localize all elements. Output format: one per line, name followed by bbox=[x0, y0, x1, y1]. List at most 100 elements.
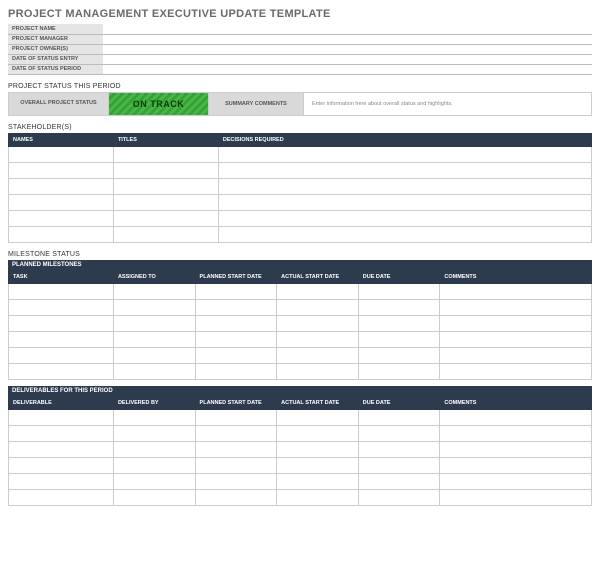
cell-names[interactable] bbox=[9, 162, 114, 178]
cell-delivered_by[interactable] bbox=[113, 489, 195, 505]
cell-due[interactable] bbox=[358, 299, 440, 315]
cell-comments[interactable] bbox=[440, 363, 592, 379]
cell-delivered_by[interactable] bbox=[113, 425, 195, 441]
cell-decisions[interactable] bbox=[218, 210, 591, 226]
cell-actual_start[interactable] bbox=[277, 283, 359, 299]
cell-delivered_by[interactable] bbox=[113, 457, 195, 473]
cell-due[interactable] bbox=[358, 315, 440, 331]
cell-actual_start[interactable] bbox=[277, 315, 359, 331]
cell-comments[interactable] bbox=[440, 457, 592, 473]
cell-decisions[interactable] bbox=[218, 194, 591, 210]
cell-names[interactable] bbox=[9, 210, 114, 226]
cell-actual_start[interactable] bbox=[277, 473, 359, 489]
value-date-status-entry[interactable] bbox=[103, 54, 592, 64]
value-date-status-period[interactable] bbox=[103, 64, 592, 74]
cell-names[interactable] bbox=[9, 194, 114, 210]
cell-actual_start[interactable] bbox=[277, 457, 359, 473]
cell-decisions[interactable] bbox=[218, 162, 591, 178]
cell-task[interactable] bbox=[9, 331, 114, 347]
cell-comments[interactable] bbox=[440, 299, 592, 315]
cell-deliverable[interactable] bbox=[9, 473, 114, 489]
cell-deliverable[interactable] bbox=[9, 409, 114, 425]
cell-deliverable[interactable] bbox=[9, 489, 114, 505]
cell-comments[interactable] bbox=[440, 315, 592, 331]
cell-comments[interactable] bbox=[440, 489, 592, 505]
cell-planned_start[interactable] bbox=[195, 457, 277, 473]
cell-titles[interactable] bbox=[113, 146, 218, 162]
cell-actual_start[interactable] bbox=[277, 363, 359, 379]
cell-due[interactable] bbox=[358, 473, 440, 489]
cell-task[interactable] bbox=[9, 283, 114, 299]
cell-actual_start[interactable] bbox=[277, 409, 359, 425]
cell-titles[interactable] bbox=[113, 162, 218, 178]
cell-titles[interactable] bbox=[113, 226, 218, 242]
cell-planned_start[interactable] bbox=[195, 441, 277, 457]
cell-titles[interactable] bbox=[113, 178, 218, 194]
cell-task[interactable] bbox=[9, 363, 114, 379]
planned-milestones-table: TASK ASSIGNED TO PLANNED START DATE ACTU… bbox=[8, 270, 592, 380]
value-project-name[interactable] bbox=[103, 24, 592, 34]
cell-task[interactable] bbox=[9, 299, 114, 315]
cell-comments[interactable] bbox=[440, 473, 592, 489]
cell-task[interactable] bbox=[9, 347, 114, 363]
cell-due[interactable] bbox=[358, 425, 440, 441]
cell-delivered_by[interactable] bbox=[113, 409, 195, 425]
summary-comments-input[interactable]: Enter information here about overall sta… bbox=[304, 93, 591, 115]
cell-task[interactable] bbox=[9, 315, 114, 331]
cell-due[interactable] bbox=[358, 409, 440, 425]
cell-comments[interactable] bbox=[440, 441, 592, 457]
cell-actual_start[interactable] bbox=[277, 347, 359, 363]
cell-planned_start[interactable] bbox=[195, 473, 277, 489]
cell-decisions[interactable] bbox=[218, 146, 591, 162]
cell-actual_start[interactable] bbox=[277, 489, 359, 505]
cell-comments[interactable] bbox=[440, 331, 592, 347]
cell-assigned[interactable] bbox=[113, 283, 195, 299]
cell-comments[interactable] bbox=[440, 425, 592, 441]
cell-assigned[interactable] bbox=[113, 331, 195, 347]
cell-actual_start[interactable] bbox=[277, 441, 359, 457]
cell-names[interactable] bbox=[9, 178, 114, 194]
cell-actual_start[interactable] bbox=[277, 331, 359, 347]
cell-due[interactable] bbox=[358, 347, 440, 363]
cell-due[interactable] bbox=[358, 363, 440, 379]
cell-deliverable[interactable] bbox=[9, 457, 114, 473]
cell-names[interactable] bbox=[9, 146, 114, 162]
cell-titles[interactable] bbox=[113, 210, 218, 226]
cell-deliverable[interactable] bbox=[9, 441, 114, 457]
cell-decisions[interactable] bbox=[218, 226, 591, 242]
value-project-manager[interactable] bbox=[103, 34, 592, 44]
cell-planned_start[interactable] bbox=[195, 489, 277, 505]
cell-assigned[interactable] bbox=[113, 347, 195, 363]
cell-planned_start[interactable] bbox=[195, 331, 277, 347]
value-project-owners[interactable] bbox=[103, 44, 592, 54]
cell-deliverable[interactable] bbox=[9, 425, 114, 441]
cell-names[interactable] bbox=[9, 226, 114, 242]
cell-comments[interactable] bbox=[440, 347, 592, 363]
cell-actual_start[interactable] bbox=[277, 299, 359, 315]
cell-due[interactable] bbox=[358, 457, 440, 473]
project-meta-table: PROJECT NAME PROJECT MANAGER PROJECT OWN… bbox=[8, 24, 592, 75]
cell-planned_start[interactable] bbox=[195, 363, 277, 379]
cell-comments[interactable] bbox=[440, 409, 592, 425]
cell-assigned[interactable] bbox=[113, 315, 195, 331]
cell-planned_start[interactable] bbox=[195, 315, 277, 331]
cell-due[interactable] bbox=[358, 331, 440, 347]
cell-decisions[interactable] bbox=[218, 178, 591, 194]
cell-actual_start[interactable] bbox=[277, 425, 359, 441]
cell-delivered_by[interactable] bbox=[113, 441, 195, 457]
cell-due[interactable] bbox=[358, 283, 440, 299]
cell-planned_start[interactable] bbox=[195, 347, 277, 363]
cell-titles[interactable] bbox=[113, 194, 218, 210]
cell-assigned[interactable] bbox=[113, 363, 195, 379]
cell-due[interactable] bbox=[358, 441, 440, 457]
cell-planned_start[interactable] bbox=[195, 283, 277, 299]
cell-assigned[interactable] bbox=[113, 299, 195, 315]
cell-due[interactable] bbox=[358, 489, 440, 505]
cell-comments[interactable] bbox=[440, 283, 592, 299]
cell-planned_start[interactable] bbox=[195, 409, 277, 425]
stakeholders-table: NAMES TITLES DECISIONS REQUIRED bbox=[8, 133, 592, 243]
cell-delivered_by[interactable] bbox=[113, 473, 195, 489]
cell-planned_start[interactable] bbox=[195, 299, 277, 315]
table-row bbox=[9, 226, 592, 242]
cell-planned_start[interactable] bbox=[195, 425, 277, 441]
